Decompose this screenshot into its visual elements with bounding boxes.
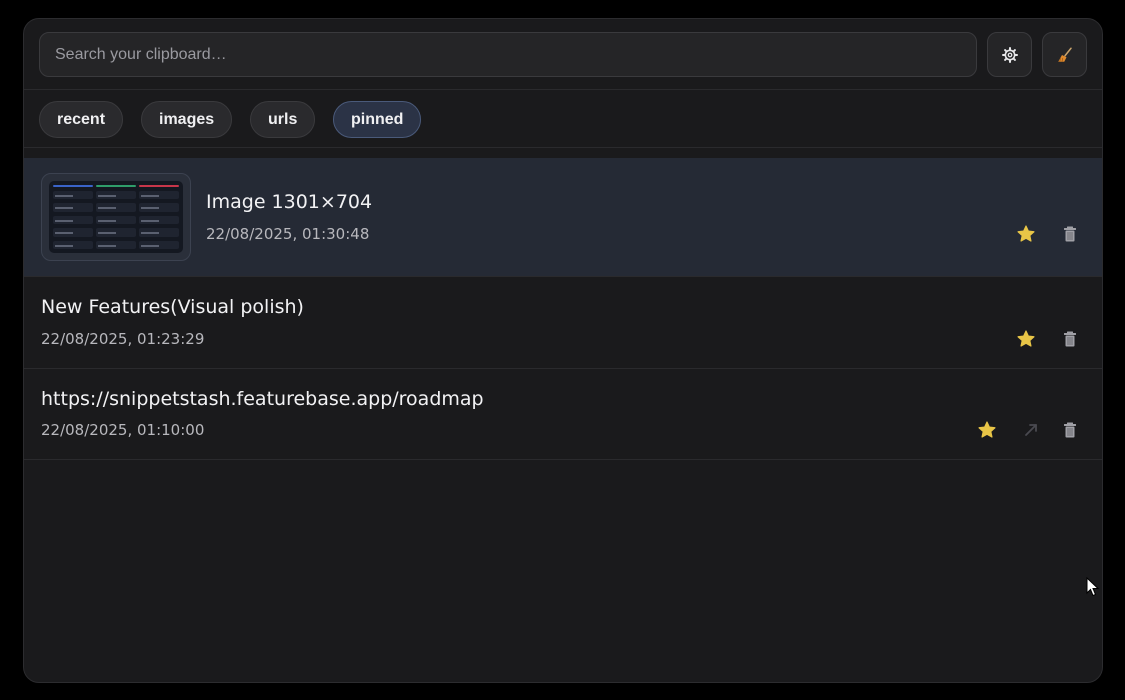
filter-chip-pinned[interactable]: pinned bbox=[333, 101, 422, 138]
open-link-button[interactable] bbox=[1019, 418, 1043, 442]
pin-button[interactable] bbox=[975, 418, 999, 442]
filter-chip-recent[interactable]: recent bbox=[39, 101, 124, 138]
filter-chip-images[interactable]: images bbox=[141, 101, 233, 138]
delete-button[interactable] bbox=[1058, 418, 1082, 442]
item-title: https://snippetstash.featurebase.app/roa… bbox=[41, 388, 484, 410]
search-input[interactable] bbox=[39, 32, 977, 77]
item-title: New Features(Visual polish) bbox=[41, 296, 304, 318]
list-item[interactable]: New Features(Visual polish) 22/08/2025, … bbox=[24, 277, 1102, 369]
gear-icon bbox=[1001, 46, 1018, 63]
item-timestamp: 22/08/2025, 01:23:29 bbox=[41, 330, 205, 348]
star-icon bbox=[1017, 225, 1035, 242]
search-bar bbox=[24, 19, 1102, 90]
item-timestamp: 22/08/2025, 01:30:48 bbox=[206, 225, 370, 243]
mouse-cursor-icon bbox=[1086, 577, 1100, 597]
settings-button[interactable] bbox=[987, 32, 1032, 77]
list-item[interactable]: https://snippetstash.featurebase.app/roa… bbox=[24, 369, 1102, 460]
pin-button[interactable] bbox=[1014, 222, 1038, 246]
delete-button[interactable] bbox=[1058, 222, 1082, 246]
trash-icon bbox=[1064, 331, 1076, 347]
broom-icon bbox=[1057, 47, 1072, 62]
clipboard-window: recent images urls pinned bbox=[23, 18, 1103, 683]
clear-history-button[interactable] bbox=[1042, 32, 1087, 77]
item-title: Image 1301×704 bbox=[206, 191, 373, 213]
filter-chip-urls[interactable]: urls bbox=[250, 101, 316, 138]
star-icon bbox=[1017, 330, 1035, 347]
open-link-icon bbox=[1025, 424, 1037, 436]
trash-icon bbox=[1064, 422, 1076, 438]
list-item[interactable]: Image 1301×704 22/08/2025, 01:30:48 bbox=[24, 158, 1102, 277]
filter-chips: recent images urls pinned bbox=[24, 90, 1102, 148]
trash-icon bbox=[1064, 226, 1076, 242]
image-thumbnail bbox=[41, 173, 191, 261]
delete-button[interactable] bbox=[1058, 327, 1082, 351]
pin-button[interactable] bbox=[1014, 327, 1038, 351]
star-icon bbox=[978, 421, 996, 438]
clipboard-list: Image 1301×704 22/08/2025, 01:30:48 New … bbox=[24, 158, 1102, 460]
item-timestamp: 22/08/2025, 01:10:00 bbox=[41, 421, 205, 439]
